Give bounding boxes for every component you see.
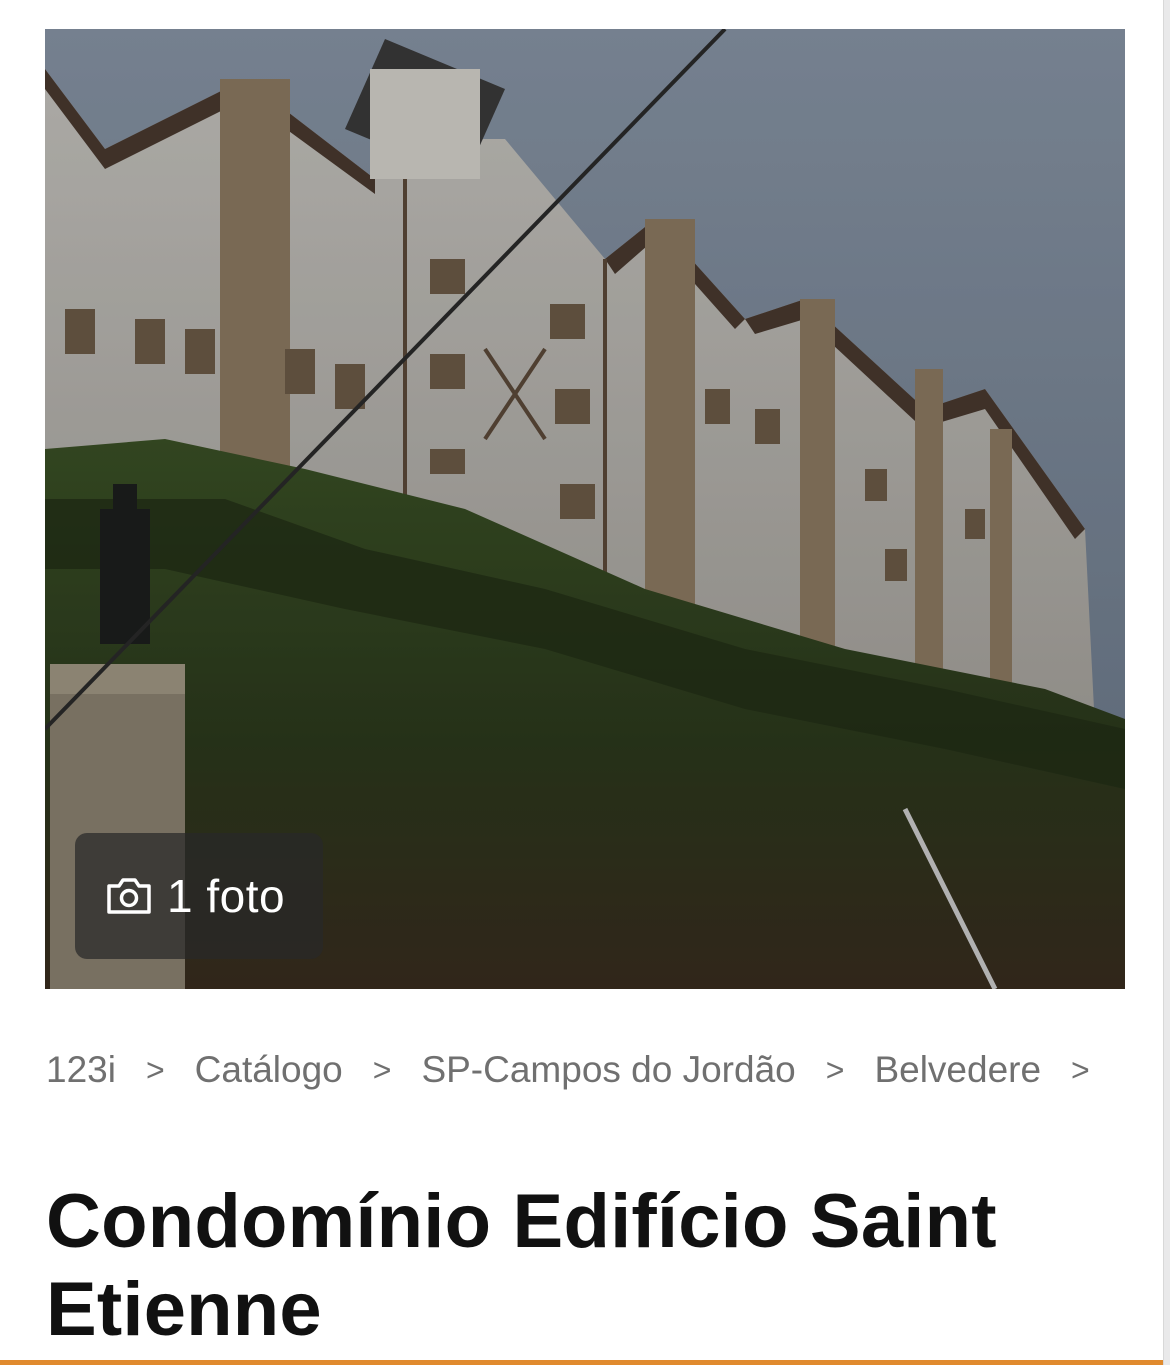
camera-icon [107,878,151,914]
breadcrumb-item-neighborhood[interactable]: Belvedere [874,1051,1041,1088]
listing-page: 1 foto 123i > Catálogo > SP-Campos do Jo… [0,0,1170,1365]
breadcrumb-item-city[interactable]: SP-Campos do Jordão [421,1051,795,1088]
breadcrumb-separator: > [825,1051,845,1088]
scrollbar-track[interactable] [1163,0,1170,1365]
breadcrumb: 123i > Catálogo > SP-Campos do Jordão > … [46,1051,1120,1088]
breadcrumb-separator: > [1071,1051,1090,1088]
breadcrumb-item-home[interactable]: 123i [46,1051,116,1088]
breadcrumb-item-catalog[interactable]: Catálogo [195,1051,343,1088]
building-photo[interactable]: 1 foto [45,29,1125,989]
page-title: Condomínio Edifício Saint Etienne [46,1179,997,1352]
photo-count-badge[interactable]: 1 foto [75,833,323,959]
photo-count-label: 1 foto [167,870,286,922]
breadcrumb-separator: > [372,1051,392,1088]
accent-divider [0,1360,1170,1365]
breadcrumb-separator: > [145,1051,165,1088]
